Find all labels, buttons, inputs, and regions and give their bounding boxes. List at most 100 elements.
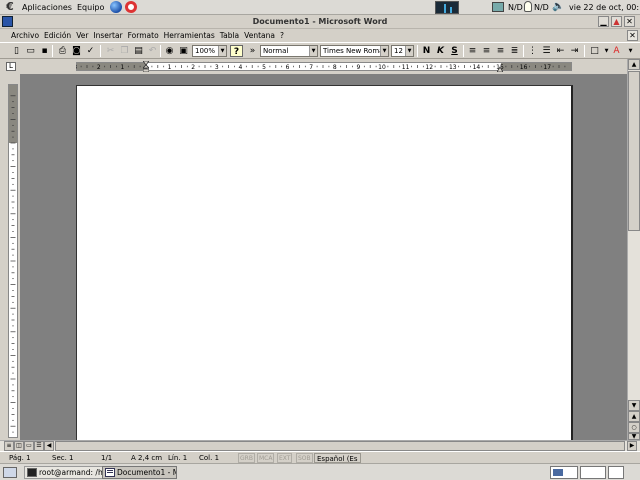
- menu-ver[interactable]: Ver: [76, 31, 88, 40]
- print-preview-icon[interactable]: ◙: [70, 45, 83, 57]
- menu-herramientas[interactable]: Herramientas: [164, 31, 215, 40]
- show-desktop-icon[interactable]: [3, 467, 17, 478]
- status-track-changes[interactable]: MCA: [257, 453, 275, 463]
- document-workspace[interactable]: [20, 74, 627, 445]
- bold-button[interactable]: N: [420, 45, 433, 57]
- menu-formato[interactable]: Formato: [128, 31, 159, 40]
- help-launcher-icon[interactable]: [125, 1, 138, 13]
- horizontal-scrollbar[interactable]: ≡ ◫ ▭ ☰ ◀ ▶: [0, 440, 640, 451]
- style-select[interactable]: Normal ▼: [260, 45, 318, 57]
- show-hide-icon[interactable]: ▣: [177, 45, 190, 57]
- network-monitor-icon[interactable]: [492, 2, 504, 12]
- horizontal-ruler[interactable]: L 3211234567891011121314151617: [0, 59, 640, 74]
- status-macro-record[interactable]: GRB: [238, 453, 255, 463]
- menu-ventana[interactable]: Ventana: [244, 31, 275, 40]
- taskbar-item-word[interactable]: Documento1 - Mic: [102, 466, 177, 479]
- undo-icon[interactable]: ↶: [146, 45, 159, 57]
- bullet-list-icon[interactable]: ☰: [540, 45, 553, 57]
- outline-view-icon[interactable]: ☰: [34, 441, 44, 451]
- scroll-up-icon[interactable]: ▲: [628, 59, 640, 70]
- cpu-monitor-applet-icon[interactable]: [435, 1, 459, 14]
- computer-menu[interactable]: Equipo: [77, 3, 104, 12]
- maximize-button[interactable]: ▲: [611, 16, 622, 27]
- ruler-number: 7: [309, 64, 313, 71]
- workspace-switcher-1[interactable]: [550, 466, 578, 479]
- scroll-down-icon[interactable]: ▼: [628, 400, 640, 411]
- vertical-scrollbar[interactable]: ▲ ▼ ▲ ○ ▼: [627, 59, 640, 440]
- web-view-icon[interactable]: ◫: [14, 441, 24, 451]
- gnome-foot-icon[interactable]: €: [3, 0, 17, 14]
- scroll-right-icon[interactable]: ▶: [627, 441, 637, 451]
- font-select[interactable]: Times New Roman ▼: [320, 45, 389, 57]
- align-right-icon[interactable]: ≡: [494, 45, 507, 57]
- document-page[interactable]: [76, 85, 573, 445]
- workspace-switcher-3[interactable]: [608, 466, 624, 479]
- previous-page-icon[interactable]: ▲: [628, 411, 640, 422]
- cut-icon[interactable]: ✂: [104, 45, 117, 57]
- print-icon[interactable]: ⎙: [56, 45, 69, 57]
- ruler-number: 4: [238, 64, 242, 71]
- ruler-number: 6: [286, 64, 290, 71]
- hyperlink-icon[interactable]: ◉: [163, 45, 176, 57]
- battery-bulb-icon[interactable]: [524, 1, 532, 12]
- italic-button[interactable]: K: [434, 45, 447, 57]
- align-center-icon[interactable]: ≡: [480, 45, 493, 57]
- volume-icon[interactable]: 🔈: [552, 2, 564, 12]
- ruler-number: 11: [402, 64, 410, 71]
- open-folder-icon[interactable]: ▭: [24, 45, 37, 57]
- menu-tabla[interactable]: Tabla: [220, 31, 239, 40]
- copy-icon[interactable]: ❐: [118, 45, 131, 57]
- tab-stop-selector-icon[interactable]: L: [6, 62, 16, 71]
- battery-status-text: N/D: [534, 3, 549, 12]
- toolbar: ▯ ▭ ▪ ⎙ ◙ ✓ ✂ ❐ ▤ ↶ ◉ ▣ 100% ▼ ? » Normal…: [0, 42, 640, 59]
- close-button[interactable]: ✕: [624, 16, 635, 27]
- new-document-icon[interactable]: ▯: [10, 45, 23, 57]
- word-document-icon: [105, 468, 115, 477]
- underline-button[interactable]: S: [448, 45, 461, 57]
- workspace-switcher-2[interactable]: [580, 466, 606, 479]
- applications-menu[interactable]: Aplicaciones: [22, 3, 72, 12]
- browse-object-icon[interactable]: ○: [628, 422, 640, 433]
- horizontal-scroll-thumb[interactable]: [55, 441, 625, 451]
- menu-archivo[interactable]: Archivo: [11, 31, 39, 40]
- vertical-scroll-thumb[interactable]: [628, 71, 640, 231]
- minimize-button[interactable]: ▁: [598, 16, 609, 27]
- help-icon[interactable]: ?: [230, 45, 243, 57]
- status-position: A 2,4 cm: [131, 454, 163, 462]
- next-page-icon[interactable]: ▼: [628, 433, 640, 440]
- paste-icon[interactable]: ▤: [132, 45, 145, 57]
- save-icon[interactable]: ▪: [38, 45, 51, 57]
- menu-edicion[interactable]: Edición: [44, 31, 71, 40]
- chevron-down-icon: ▼: [380, 46, 388, 56]
- toolbar-overflow-icon[interactable]: »: [246, 45, 259, 57]
- window-titlebar[interactable]: Documento1 - Microsoft Word ▁ ▲ ✕: [0, 15, 640, 29]
- normal-view-icon[interactable]: ≡: [4, 441, 14, 451]
- vertical-ruler[interactable]: [8, 84, 18, 438]
- ruler-number: 1: [168, 64, 172, 71]
- scroll-left-icon[interactable]: ◀: [44, 441, 54, 451]
- web-browser-launcher-icon[interactable]: [110, 1, 123, 13]
- menu-insertar[interactable]: Insertar: [93, 31, 122, 40]
- font-color-icon[interactable]: A: [610, 45, 623, 57]
- close-document-button[interactable]: ✕: [627, 30, 638, 41]
- align-left-icon[interactable]: ≡: [466, 45, 479, 57]
- status-language[interactable]: Español (Es: [314, 453, 361, 463]
- ruler-number: 1: [120, 64, 124, 71]
- font-size-select[interactable]: 12 ▼: [391, 45, 414, 57]
- decrease-indent-icon[interactable]: ⇤: [554, 45, 567, 57]
- left-indent-marker-icon[interactable]: [143, 61, 149, 72]
- zoom-select[interactable]: 100% ▼: [192, 45, 227, 57]
- window-title: Documento1 - Microsoft Word: [252, 17, 388, 26]
- right-indent-marker-icon[interactable]: [497, 61, 503, 72]
- status-overtype[interactable]: SOB: [296, 453, 313, 463]
- increase-indent-icon[interactable]: ⇥: [568, 45, 581, 57]
- numbered-list-icon[interactable]: ⋮: [526, 45, 539, 57]
- menu-help[interactable]: ?: [280, 31, 284, 40]
- taskbar-item-terminal[interactable]: root@armand: /h: [24, 466, 104, 479]
- justify-icon[interactable]: ≣: [508, 45, 521, 57]
- spellcheck-icon[interactable]: ✓: [84, 45, 97, 57]
- status-extend[interactable]: EXT: [277, 453, 293, 463]
- print-layout-icon[interactable]: ▭: [24, 441, 34, 451]
- clock[interactable]: vie 22 de oct, 00:18: [569, 3, 640, 12]
- font-color-dropdown-icon[interactable]: ▼: [624, 45, 637, 57]
